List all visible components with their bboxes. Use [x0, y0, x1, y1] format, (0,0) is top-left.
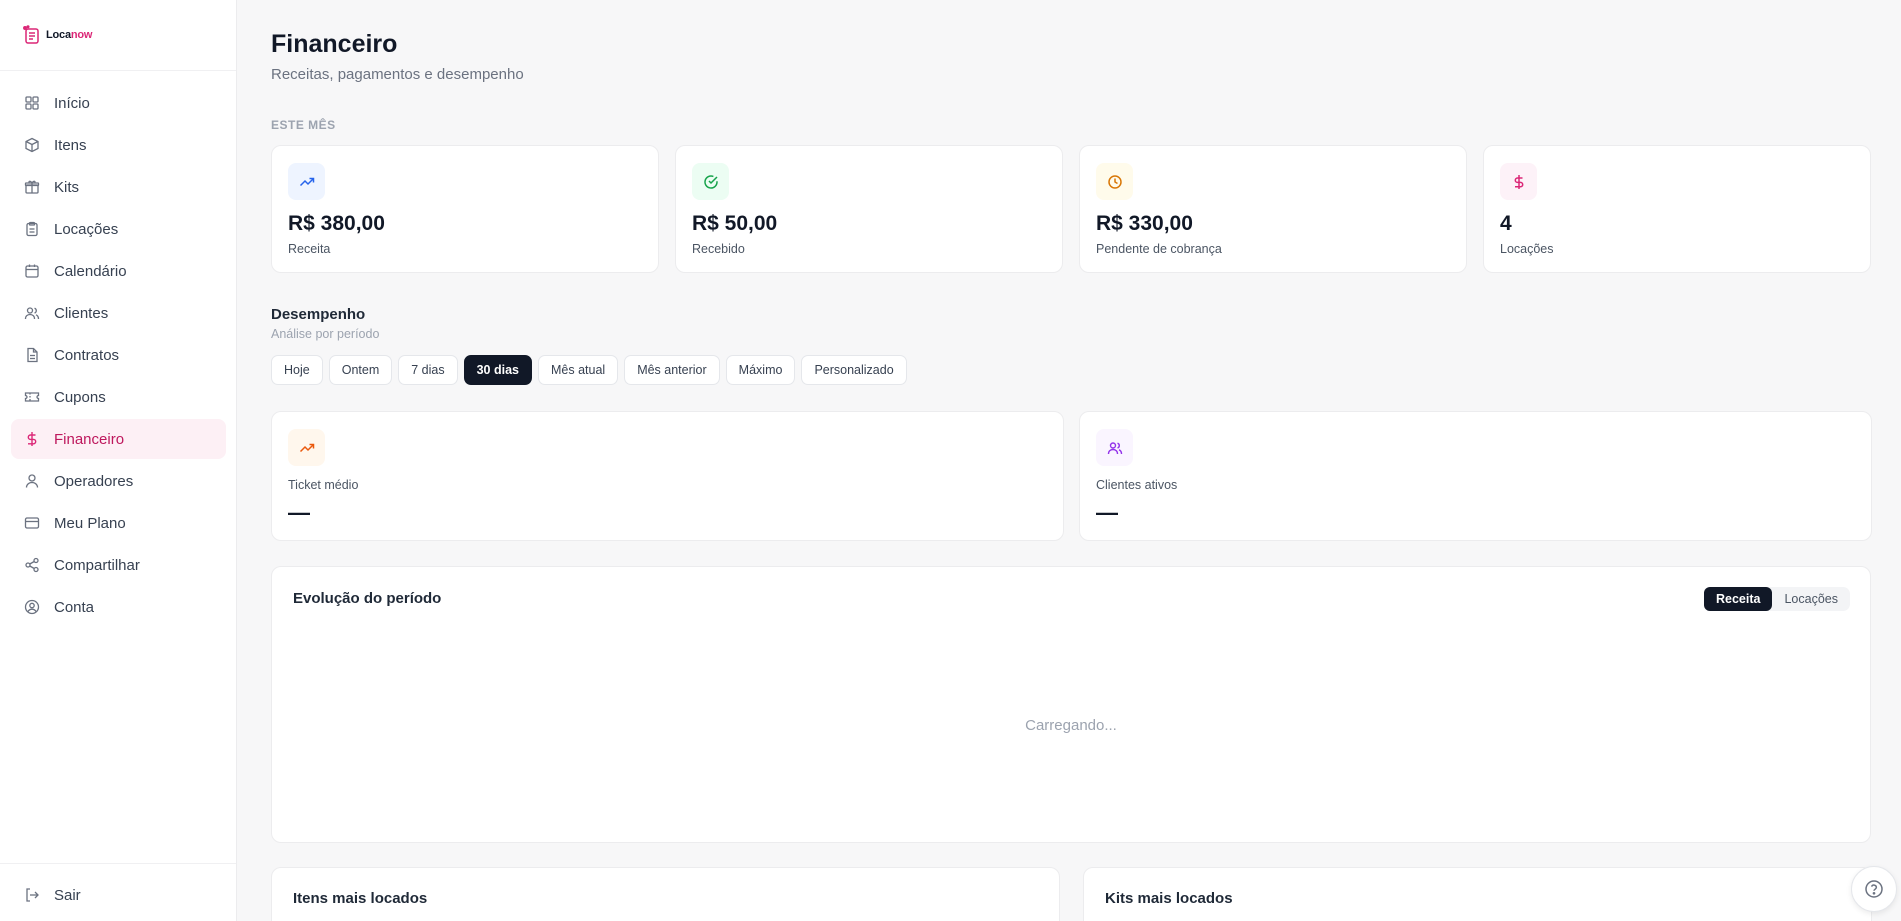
kpi-card-locacoes: 4 Locações [1483, 145, 1871, 273]
filter-personalizado[interactable]: Personalizado [801, 355, 907, 385]
kpi-card-receita: R$ 380,00 Receita [271, 145, 659, 273]
section-label-este-mes: ESTE MÊS [271, 118, 336, 132]
sidebar-item-locacoes[interactable]: Locações [11, 209, 226, 249]
sidebar-divider [0, 863, 236, 864]
filter-7-dias[interactable]: 7 dias [398, 355, 458, 385]
performance-subtitle: Análise por período [271, 327, 380, 341]
calendar-icon [24, 263, 40, 279]
ticket-icon [24, 389, 40, 405]
evolution-toggle: Receita Locações [1704, 587, 1850, 611]
share-icon [24, 557, 40, 573]
sidebar-item-clientes[interactable]: Clientes [11, 293, 226, 333]
sidebar-bottom: Sair [11, 875, 226, 917]
sidebar-item-label: Itens [54, 136, 87, 154]
sidebar-item-label: Início [54, 94, 90, 112]
period-filters: Hoje Ontem 7 dias 30 dias Mês atual Mês … [271, 355, 907, 385]
sidebar-item-label: Compartilhar [54, 556, 140, 574]
sidebar-item-label: Operadores [54, 472, 134, 490]
kpi-label: Recebido [692, 242, 745, 256]
box-icon [24, 137, 40, 153]
top-items-title: Itens mais locados [293, 890, 428, 907]
users-icon [1096, 429, 1133, 466]
clipboard-icon [24, 221, 40, 237]
kpi-card-recebido: R$ 50,00 Recebido [675, 145, 1063, 273]
filter-30-dias[interactable]: 30 dias [463, 355, 532, 385]
sidebar-item-label: Financeiro [54, 430, 125, 448]
sidebar-item-label: Clientes [54, 304, 109, 322]
sidebar-item-conta[interactable]: Conta [11, 587, 226, 627]
metric-card-ticket-medio: Ticket médio — [271, 411, 1064, 541]
top-items-card: Itens mais locados [271, 867, 1060, 921]
kpi-label: Locações [1500, 242, 1554, 256]
credit-card-icon [24, 515, 40, 531]
top-kits-title: Kits mais locados [1105, 890, 1233, 907]
metric-value: — [288, 500, 310, 525]
clock-icon [1096, 163, 1133, 200]
filter-hoje[interactable]: Hoje [271, 355, 323, 385]
metric-card-clientes-ativos: Clientes ativos — [1079, 411, 1872, 541]
sidebar-item-label: Contratos [54, 346, 120, 364]
grid-icon [24, 95, 40, 111]
trending-up-icon [288, 163, 325, 200]
top-kits-card: Kits mais locados [1083, 867, 1872, 921]
dollar-icon [1500, 163, 1537, 200]
trending-up-icon [288, 429, 325, 466]
user-icon [24, 473, 40, 489]
kpi-value: 4 [1500, 212, 1512, 235]
sidebar-item-financeiro[interactable]: Financeiro [11, 419, 226, 459]
evolution-title: Evolução do período [293, 590, 442, 607]
filter-mes-anterior[interactable]: Mês anterior [624, 355, 720, 385]
logout-button[interactable]: Sair [11, 875, 226, 915]
users-icon [24, 305, 40, 321]
kpi-value: R$ 50,00 [692, 212, 778, 235]
sidebar-item-label: Conta [54, 598, 95, 616]
logout-icon [24, 887, 40, 903]
sidebar-item-compartilhar[interactable]: Compartilhar [11, 545, 226, 585]
filter-mes-atual[interactable]: Mês atual [537, 355, 619, 385]
logout-label: Sair [54, 886, 81, 904]
kpi-card-pendente: R$ 330,00 Pendente de cobrança [1079, 145, 1467, 273]
sidebar-item-cupons[interactable]: Cupons [11, 377, 226, 417]
sidebar-item-contratos[interactable]: Contratos [11, 335, 226, 375]
sidebar-item-operadores[interactable]: Operadores [11, 461, 226, 501]
page-subtitle: Receitas, pagamentos e desempenho [271, 66, 524, 83]
page-title: Financeiro [271, 30, 398, 58]
help-button[interactable] [1851, 866, 1897, 912]
brand-logo[interactable]: Locanow [0, 0, 236, 71]
gift-icon [24, 179, 40, 195]
filter-ontem[interactable]: Ontem [328, 355, 393, 385]
sidebar-item-kits[interactable]: Kits [11, 167, 226, 207]
metric-value: — [1096, 500, 1118, 525]
sidebar-item-calendario[interactable]: Calendário [11, 251, 226, 291]
sidebar-item-label: Locações [54, 220, 119, 238]
brand-name: Locanow [46, 29, 93, 41]
kpi-label: Pendente de cobrança [1096, 242, 1222, 256]
sidebar-item-label: Calendário [54, 262, 127, 280]
kpi-value: R$ 380,00 [288, 212, 385, 235]
metric-label: Ticket médio [288, 478, 359, 492]
sidebar-item-label: Meu Plano [54, 514, 126, 532]
sidebar-nav: Início Itens Kits Locações Calendário Cl… [11, 83, 226, 629]
loading-text: Carregando... [1025, 717, 1117, 734]
toggle-locacoes[interactable]: Locações [1772, 587, 1850, 611]
check-circle-icon [692, 163, 729, 200]
help-icon [1864, 879, 1884, 899]
sidebar-item-itens[interactable]: Itens [11, 125, 226, 165]
filter-maximo[interactable]: Máximo [725, 355, 796, 385]
dollar-icon [24, 431, 40, 447]
logo-icon [22, 25, 42, 45]
toggle-receita[interactable]: Receita [1704, 587, 1773, 611]
metric-label: Clientes ativos [1096, 478, 1178, 492]
sidebar: Locanow Início Itens Kits Locações Calen… [0, 0, 237, 921]
kpi-value: R$ 330,00 [1096, 212, 1193, 235]
kpi-label: Receita [288, 242, 331, 256]
sidebar-item-inicio[interactable]: Início [11, 83, 226, 123]
sidebar-item-label: Cupons [54, 388, 106, 406]
file-icon [24, 347, 40, 363]
sidebar-item-meu-plano[interactable]: Meu Plano [11, 503, 226, 543]
performance-title: Desempenho [271, 306, 366, 323]
sidebar-item-label: Kits [54, 178, 80, 196]
user-circle-icon [24, 599, 40, 615]
evolution-chart-card: Evolução do período Receita Locações Car… [271, 566, 1871, 843]
